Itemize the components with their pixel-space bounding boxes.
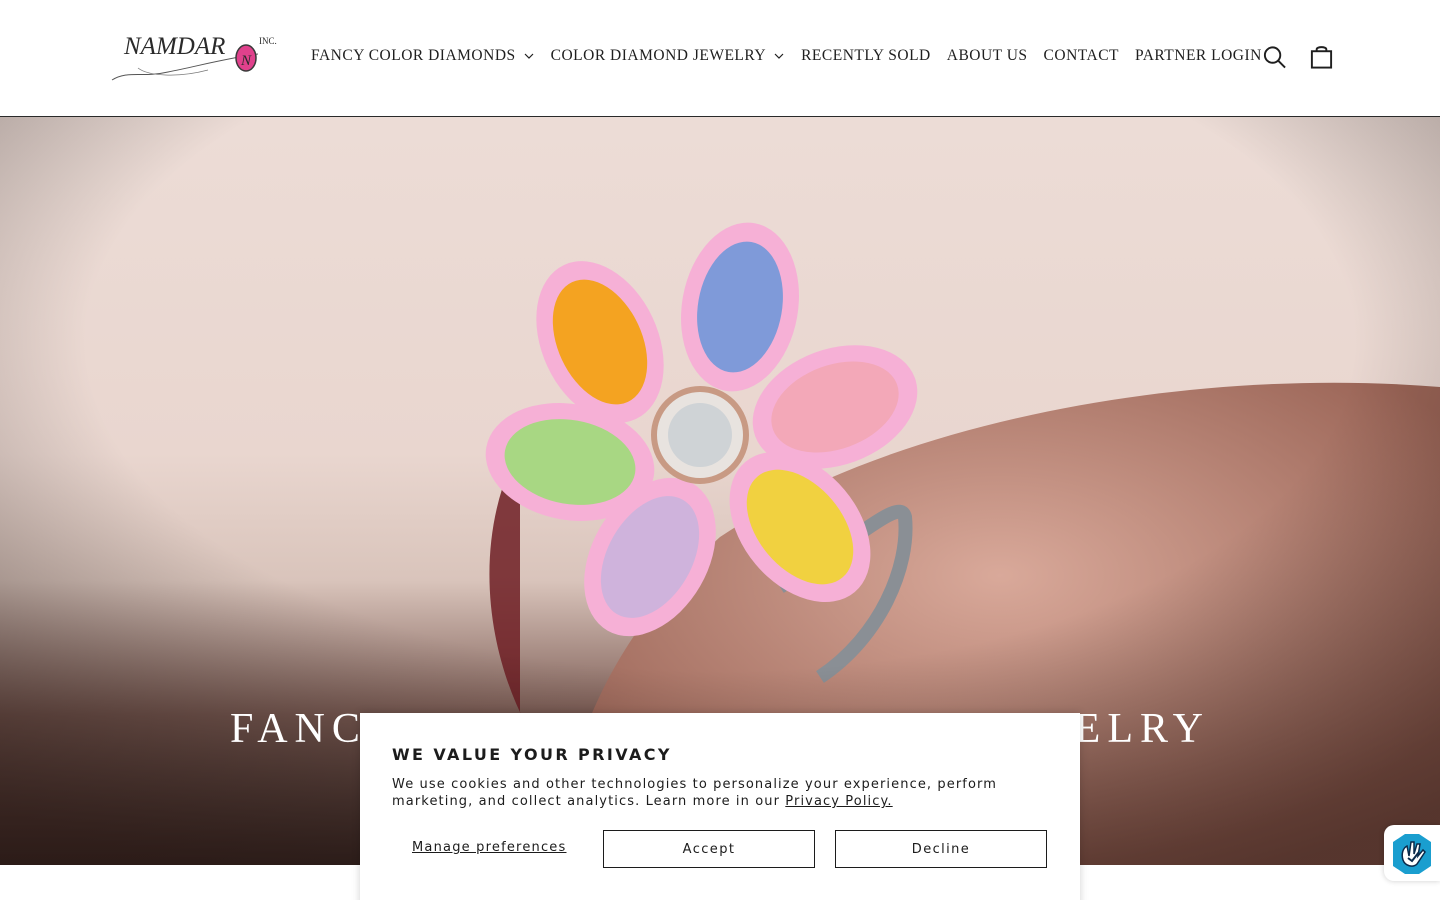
site-header: NAMDAR N INC. FANCY COLOR DIAMONDS COLOR… xyxy=(0,0,1440,117)
nav-label: CONTACT xyxy=(1043,47,1119,64)
namdar-logo[interactable]: NAMDAR N INC. xyxy=(108,28,280,86)
nav-color-diamond-jewelry[interactable]: COLOR DIAMOND JEWELRY xyxy=(551,47,785,65)
nav-recently-sold[interactable]: RECENTLY SOLD xyxy=(801,47,931,65)
nav-about-us[interactable]: ABOUT US xyxy=(947,47,1028,65)
nav-label: COLOR DIAMOND JEWELRY xyxy=(550,47,767,64)
cookie-body-text: We use cookies and other technologies to… xyxy=(392,777,997,809)
logo-brand-text: NAMDAR xyxy=(123,33,225,60)
privacy-badge[interactable] xyxy=(1384,825,1440,881)
privacy-policy-link[interactable]: Privacy Policy. xyxy=(785,794,892,809)
search-icon[interactable] xyxy=(1262,44,1287,70)
cookie-consent-dialog: WE VALUE YOUR PRIVACY We use cookies and… xyxy=(360,713,1080,900)
logo-graphic: NAMDAR N INC. xyxy=(111,33,277,81)
nav-fancy-color-diamonds[interactable]: FANCY COLOR DIAMONDS xyxy=(311,47,535,65)
logo-monogram: N xyxy=(240,53,252,69)
header-actions xyxy=(1262,44,1334,70)
cookie-actions: Manage preferences Accept Decline xyxy=(392,830,1048,868)
manage-preferences-link[interactable]: Manage preferences xyxy=(412,840,566,855)
logo-suffix: INC. xyxy=(259,36,277,46)
nav-label: RECENTLY SOLD xyxy=(801,47,931,64)
nav-label: ABOUT US xyxy=(946,47,1028,64)
nav-partner-login[interactable]: PARTNER LOGIN xyxy=(1135,47,1262,65)
cookie-title: WE VALUE YOUR PRIVACY xyxy=(392,745,672,764)
nav-label: FANCY COLOR DIAMONDS xyxy=(311,47,516,64)
cart-icon[interactable] xyxy=(1309,44,1334,70)
chevron-down-icon xyxy=(774,53,784,59)
nav-contact[interactable]: CONTACT xyxy=(1044,47,1119,65)
cookie-description: We use cookies and other technologies to… xyxy=(392,776,1032,810)
chevron-down-icon xyxy=(524,53,534,59)
decline-button[interactable]: Decline xyxy=(835,830,1047,868)
main-navigation: FANCY COLOR DIAMONDS COLOR DIAMOND JEWEL… xyxy=(311,44,1262,68)
nav-label: PARTNER LOGIN xyxy=(1135,47,1262,64)
privacy-hand-icon xyxy=(1393,834,1431,874)
accept-button[interactable]: Accept xyxy=(603,830,815,868)
